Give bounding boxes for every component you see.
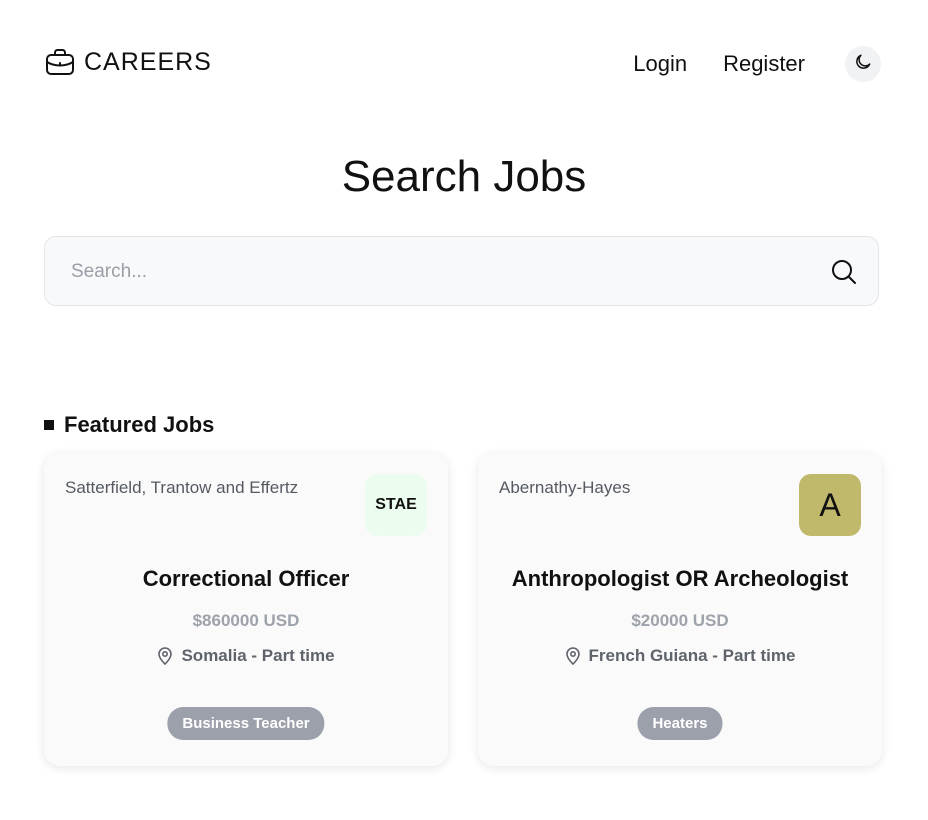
featured-jobs-heading: Featured Jobs [44, 412, 214, 438]
top-nav: Login Register [633, 46, 881, 82]
section-bullet-icon [44, 420, 54, 430]
job-card[interactable]: Satterfield, Trantow and Effertz STAE Co… [44, 453, 448, 766]
search-input[interactable] [69, 237, 813, 307]
featured-jobs-title: Featured Jobs [64, 412, 215, 437]
job-tag[interactable]: Heaters [637, 707, 723, 740]
brand-name: CAREERS [84, 47, 212, 76]
job-title: Anthropologist OR Archeologist [511, 566, 849, 591]
company-logo: STAE [365, 474, 427, 536]
featured-jobs-list: Satterfield, Trantow and Effertz STAE Co… [44, 453, 882, 766]
company-logo: A [799, 474, 861, 536]
brand-logo-link[interactable]: CAREERS [44, 46, 212, 78]
register-link[interactable]: Register [723, 51, 805, 77]
page-title: Search Jobs [341, 152, 587, 201]
briefcase-icon [44, 46, 76, 78]
login-link[interactable]: Login [633, 51, 687, 77]
site-header: CAREERS Login Register [44, 40, 881, 88]
job-location: Somalia - Part time [44, 646, 448, 666]
job-location-text: French Guiana - Part time [588, 646, 796, 665]
job-salary: $860000 USD [192, 611, 300, 630]
search-bar [44, 236, 879, 307]
company-name: Abernathy-Hayes [499, 478, 631, 497]
job-location-text: Somalia - Part time [181, 646, 335, 665]
job-salary: $20000 USD [631, 611, 729, 630]
location-pin-icon [565, 647, 581, 666]
job-tag[interactable]: Business Teacher [167, 707, 325, 740]
location-pin-icon [157, 647, 173, 666]
search-icon[interactable] [830, 258, 858, 286]
moon-icon [853, 52, 873, 77]
job-title: Correctional Officer [142, 566, 350, 591]
theme-toggle-button[interactable] [845, 46, 881, 82]
job-card[interactable]: Abernathy-Hayes A Anthropologist OR Arch… [478, 453, 882, 766]
job-location: French Guiana - Part time [478, 646, 882, 666]
company-name: Satterfield, Trantow and Effertz [65, 478, 299, 497]
